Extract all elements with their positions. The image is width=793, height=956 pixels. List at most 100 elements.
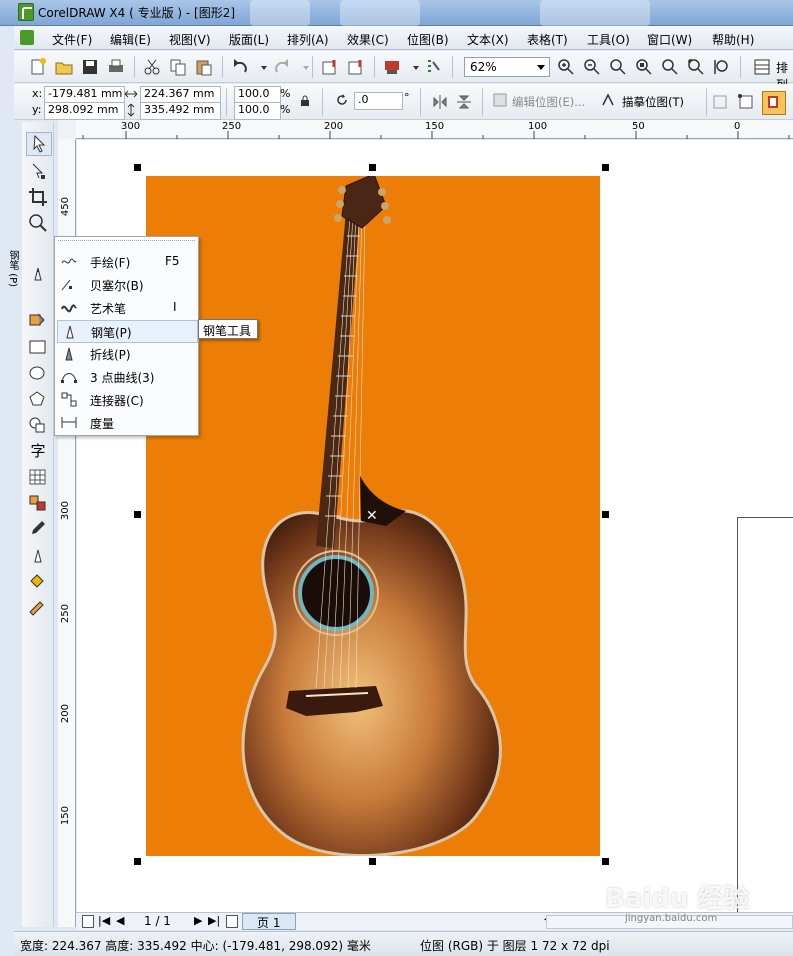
selection-handle[interactable]: [134, 511, 141, 518]
selection-handle[interactable]: [602, 511, 609, 518]
export-icon[interactable]: [346, 57, 366, 77]
document-icon[interactable]: [20, 30, 34, 45]
edit-bitmap-button[interactable]: 编辑位图(E)...: [512, 94, 585, 110]
smart-fill-tool-icon[interactable]: [26, 310, 50, 332]
selection-handle[interactable]: [602, 164, 609, 171]
save-icon[interactable]: [80, 57, 100, 77]
flyout-item-pen[interactable]: 钢笔(P): [57, 320, 198, 343]
print-icon[interactable]: [106, 57, 126, 77]
rectangle-tool-icon[interactable]: [26, 336, 50, 358]
ellipse-tool-icon[interactable]: [26, 362, 50, 384]
open-icon[interactable]: [54, 57, 74, 77]
application-launcher-icon[interactable]: [382, 57, 402, 77]
insert-page-before-icon[interactable]: [82, 915, 94, 928]
menu-file[interactable]: 文件(F): [52, 31, 92, 48]
first-page-icon[interactable]: |◀: [98, 914, 110, 927]
menu-text[interactable]: 文本(X): [467, 31, 509, 48]
polygon-tool-icon[interactable]: [26, 388, 50, 410]
outline-tool-icon[interactable]: [26, 544, 50, 566]
menu-arrange[interactable]: 排列(A): [287, 31, 329, 48]
paste-icon[interactable]: [194, 57, 214, 77]
fill-tool-icon[interactable]: [26, 570, 50, 592]
crop-bitmap-icon[interactable]: [710, 92, 730, 112]
freehand-tool-icon[interactable]: [26, 262, 50, 284]
mirror-vertical-icon[interactable]: [454, 92, 474, 112]
flyout-item-artistic-media[interactable]: 艺术笔 I: [57, 297, 196, 318]
horizontal-ruler[interactable]: 300 250 200 150 100 50 0: [76, 120, 793, 139]
zoom-page-width-icon[interactable]: [686, 57, 706, 77]
menu-window[interactable]: 窗口(W): [647, 31, 692, 48]
next-page-icon[interactable]: ▶: [194, 914, 202, 927]
basic-shapes-tool-icon[interactable]: [26, 414, 50, 436]
last-page-icon[interactable]: ▶|: [208, 914, 220, 927]
arrange-icon[interactable]: [752, 57, 772, 77]
selection-handle[interactable]: [602, 858, 609, 865]
menu-tools[interactable]: 工具(O): [587, 31, 630, 48]
menu-table[interactable]: 表格(T): [527, 31, 568, 48]
flyout-item-bezier[interactable]: 贝塞尔(B): [57, 274, 196, 295]
y-position-field[interactable]: 298.092 mm: [44, 102, 125, 120]
selection-handle[interactable]: [134, 858, 141, 865]
taskbar-shadow: [540, 0, 650, 26]
scale-y-field[interactable]: 100.0: [234, 102, 281, 120]
selection-handle[interactable]: [369, 164, 376, 171]
flyout-item-polyline[interactable]: 折线(P): [57, 343, 196, 364]
bitmap-color-mask-icon[interactable]: [762, 91, 786, 115]
shape-tool-icon[interactable]: [26, 160, 50, 182]
text-tool-icon[interactable]: 字: [26, 440, 50, 462]
menu-layout[interactable]: 版面(L): [229, 31, 269, 48]
copy-icon[interactable]: [168, 57, 188, 77]
ruler-origin-corner[interactable]: [58, 120, 76, 139]
width-arrow-icon: [124, 87, 138, 101]
table-tool-icon[interactable]: [26, 466, 50, 488]
import-icon[interactable]: [320, 57, 340, 77]
page-tab[interactable]: 页 1: [242, 913, 296, 930]
insert-page-after-icon[interactable]: [226, 915, 238, 928]
cut-icon[interactable]: [142, 57, 162, 77]
lock-ratio-icon[interactable]: [298, 94, 312, 108]
menu-view[interactable]: 视图(V): [169, 31, 211, 48]
zoom-out-icon[interactable]: [582, 57, 602, 77]
resample-icon[interactable]: [736, 92, 756, 112]
standard-toolbar: 62% 排列: [14, 51, 793, 92]
flyout-item-freehand[interactable]: 手绘(F) F5: [57, 251, 196, 272]
menu-help[interactable]: 帮助(H): [712, 31, 754, 48]
zoom-tool-icon[interactable]: [26, 212, 50, 234]
launcher-dropdown-icon[interactable]: [406, 57, 419, 77]
menu-edit[interactable]: 编辑(E): [110, 31, 151, 48]
trace-bitmap-button[interactable]: 描摹位图(T): [622, 94, 684, 110]
selection-handle[interactable]: [134, 164, 141, 171]
undo-dropdown-icon[interactable]: [254, 57, 267, 77]
height-field[interactable]: 335.492 mm: [140, 102, 221, 120]
flyout-grip[interactable]: [58, 240, 195, 244]
menu-effects[interactable]: 效果(C): [347, 31, 389, 48]
menu-bitmaps[interactable]: 位图(B): [407, 31, 449, 48]
zoom-page-icon[interactable]: [660, 57, 680, 77]
title-bar: CorelDRAW X4 ( 专业版 ) - [图形2]: [0, 0, 793, 26]
eyedropper-tool-icon[interactable]: [26, 518, 50, 540]
interactive-blend-tool-icon[interactable]: [26, 492, 50, 514]
previous-page-icon[interactable]: ◀: [116, 914, 124, 927]
pick-tool-icon[interactable]: [26, 132, 52, 156]
selection-handle[interactable]: [369, 858, 376, 865]
zoom-level-select[interactable]: 62%: [464, 57, 550, 77]
zoom-selected-icon[interactable]: [608, 57, 628, 77]
undo-icon[interactable]: [230, 57, 250, 77]
mirror-horizontal-icon[interactable]: [430, 92, 450, 112]
welcome-screen-icon[interactable]: [424, 57, 444, 77]
crop-tool-icon[interactable]: [26, 186, 50, 208]
rotation-center-icon[interactable]: ✕: [366, 508, 378, 524]
flyout-item-dimension[interactable]: 度量: [57, 412, 196, 433]
redo-icon[interactable]: [272, 57, 292, 77]
redo-dropdown-icon[interactable]: [296, 57, 309, 77]
interactive-fill-tool-icon[interactable]: [26, 596, 50, 618]
window-title: CorelDRAW X4 ( 专业版 ) - [图形2]: [38, 6, 236, 20]
new-icon[interactable]: [28, 57, 48, 77]
flyout-item-3-point-curve[interactable]: 3 点曲线(3): [57, 366, 196, 387]
zoom-in-icon[interactable]: [556, 57, 576, 77]
rotation-field[interactable]: .0: [354, 92, 403, 110]
page-boundary: [737, 517, 793, 912]
zoom-page-height-icon[interactable]: [712, 57, 732, 77]
zoom-all-objects-icon[interactable]: [634, 57, 654, 77]
flyout-item-connector[interactable]: 连接器(C): [57, 389, 196, 410]
